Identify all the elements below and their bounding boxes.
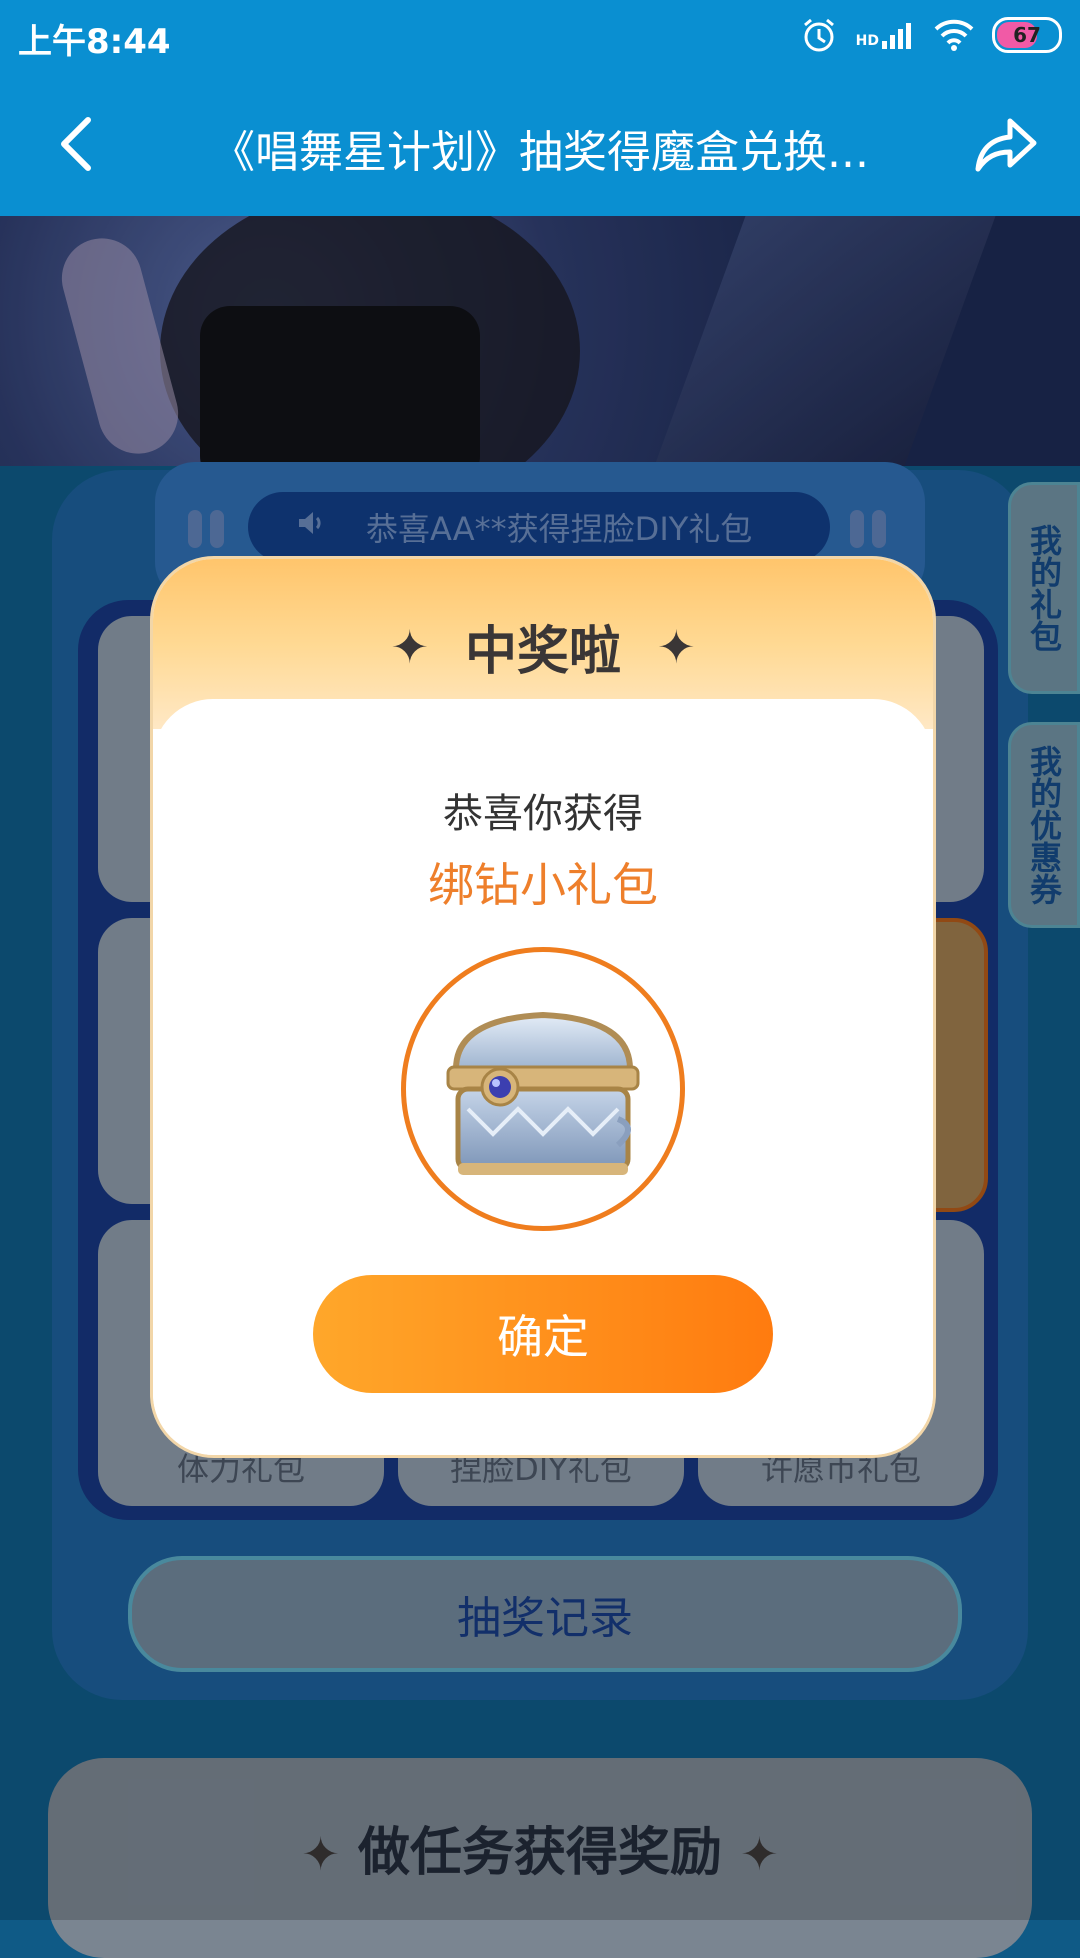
battery-icon: 67 (992, 17, 1062, 53)
alarm-icon (803, 18, 834, 52)
sparkle-icon: ✦ (390, 619, 429, 674)
status-time: 上午8:44 (18, 22, 171, 62)
share-button[interactable] (968, 112, 1044, 178)
share-icon (975, 118, 1037, 172)
prize-image (401, 947, 685, 1231)
win-dialog: ✦ 中奖啦 ✦ 恭喜你获得 绑钻小礼包 确定 (150, 556, 936, 1458)
confirm-button[interactable]: 确定 (313, 1275, 773, 1393)
treasure-chest-icon (446, 1011, 640, 1175)
hd-signal-icon: HD (856, 21, 916, 49)
wifi-icon (934, 19, 974, 51)
status-icons: HD 67 (800, 16, 1062, 54)
page-title: 《唱舞星计划》抽奖得魔盒兑换... (211, 127, 869, 178)
dialog-title: ✦ 中奖啦 ✦ (390, 619, 696, 683)
congrats-text: 恭喜你获得 (443, 791, 643, 837)
sparkle-icon: ✦ (657, 619, 696, 674)
chevron-left-icon (61, 117, 91, 171)
prize-name: 绑钻小礼包 (428, 858, 658, 912)
back-button[interactable] (48, 112, 104, 176)
